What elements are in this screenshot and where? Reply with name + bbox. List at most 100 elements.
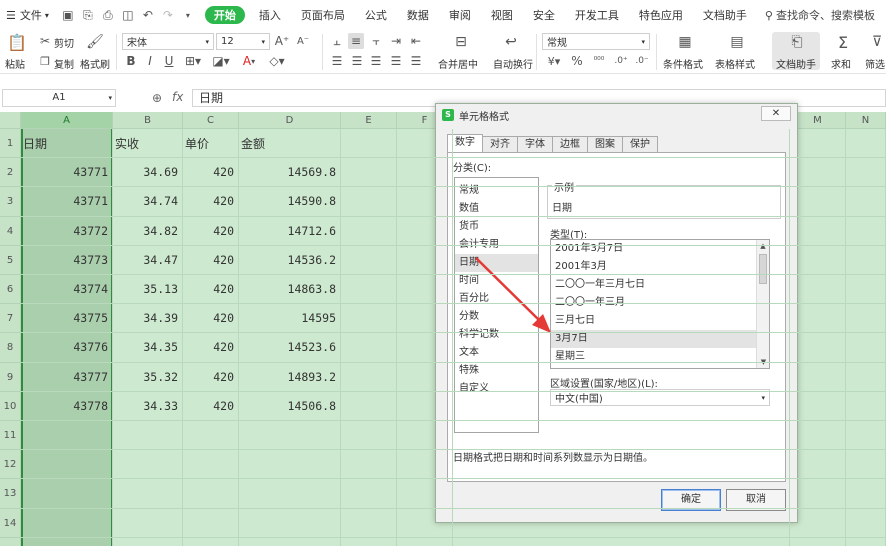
align-left-icon[interactable]: ☰: [330, 54, 344, 68]
data-cell[interactable]: 14506.8: [239, 391, 341, 421]
empty-cell[interactable]: [183, 421, 239, 451]
row-header[interactable]: 6: [0, 275, 21, 305]
align-top-icon[interactable]: ⫠: [330, 34, 344, 48]
empty-cell[interactable]: [790, 479, 846, 509]
empty-cell[interactable]: [846, 508, 886, 538]
empty-cell[interactable]: [790, 187, 846, 217]
indent-icon[interactable]: ⇥: [389, 34, 403, 48]
column-header-e[interactable]: E: [341, 112, 397, 129]
redo-icon[interactable]: ↷: [161, 8, 175, 22]
row-header[interactable]: 2: [0, 158, 21, 188]
select-all-corner[interactable]: [0, 112, 21, 129]
empty-cell[interactable]: [21, 479, 113, 509]
currency-icon[interactable]: ¥▾: [544, 54, 564, 68]
file-menu[interactable]: ☰ 文件 ▾: [0, 0, 55, 30]
empty-cell[interactable]: [790, 129, 846, 159]
empty-cell[interactable]: [397, 421, 453, 451]
empty-cell[interactable]: [341, 479, 397, 509]
empty-cell[interactable]: [453, 508, 790, 538]
column-header-b[interactable]: B: [113, 112, 183, 129]
sum-button[interactable]: 求和: [831, 56, 851, 71]
tab-home[interactable]: 开始: [204, 6, 245, 24]
empty-cell[interactable]: [239, 450, 341, 480]
empty-cell[interactable]: [113, 479, 183, 509]
data-cell[interactable]: 14863.8: [239, 275, 341, 305]
distribute-icon[interactable]: ☰: [409, 54, 423, 68]
data-cell[interactable]: 420: [183, 362, 239, 392]
data-cell[interactable]: 420: [183, 187, 239, 217]
empty-cell[interactable]: [846, 245, 886, 275]
empty-cell[interactable]: [239, 537, 341, 546]
font-color-icon[interactable]: A ▾: [238, 54, 260, 68]
conditional-format-icon[interactable]: ▦: [676, 33, 694, 51]
decrease-font-icon[interactable]: A⁻: [295, 33, 311, 49]
fx-label[interactable]: fx: [172, 90, 183, 104]
scissors-icon[interactable]: ✂: [38, 34, 52, 48]
empty-cell[interactable]: [239, 479, 341, 509]
empty-cell[interactable]: [341, 187, 397, 217]
data-cell[interactable]: 14712.6: [239, 216, 341, 246]
save-icon[interactable]: ▣: [61, 8, 75, 22]
empty-cell[interactable]: [453, 275, 790, 305]
empty-cell[interactable]: [790, 158, 846, 188]
data-cell[interactable]: 35.13: [113, 275, 183, 305]
empty-cell[interactable]: [846, 479, 886, 509]
command-search[interactable]: ⚲ 查找命令、搜索模板: [757, 7, 875, 23]
wrap-text-icon[interactable]: ↩: [502, 33, 520, 51]
empty-cell[interactable]: [341, 245, 397, 275]
empty-cell[interactable]: [239, 421, 341, 451]
data-cell[interactable]: 420: [183, 304, 239, 334]
row-header[interactable]: 9: [0, 362, 21, 392]
empty-cell[interactable]: [397, 275, 453, 305]
row-header[interactable]: 12: [0, 450, 21, 480]
table-style-icon[interactable]: ▤: [728, 33, 746, 51]
empty-cell[interactable]: [453, 129, 790, 159]
format-painter-button[interactable]: 格式刷: [80, 56, 110, 71]
filter-icon[interactable]: ⊽: [868, 33, 886, 51]
row-header[interactable]: 3: [0, 187, 21, 217]
empty-cell[interactable]: [341, 275, 397, 305]
empty-cell[interactable]: [113, 421, 183, 451]
font-name-select[interactable]: 宋体 ▾: [122, 33, 214, 50]
empty-cell[interactable]: [453, 333, 790, 363]
header-cell[interactable]: 日期: [21, 129, 113, 159]
empty-cell[interactable]: [397, 362, 453, 392]
empty-cell[interactable]: [453, 216, 790, 246]
dialog-title-bar[interactable]: S 单元格格式: [436, 104, 797, 126]
row-header[interactable]: 5: [0, 245, 21, 275]
data-cell[interactable]: 14523.6: [239, 333, 341, 363]
row-header[interactable]: 7: [0, 304, 21, 334]
empty-cell[interactable]: [846, 333, 886, 363]
empty-cell[interactable]: [397, 158, 453, 188]
data-cell[interactable]: 34.33: [113, 391, 183, 421]
align-bottom-icon[interactable]: ⫟: [369, 34, 383, 48]
empty-cell[interactable]: [846, 391, 886, 421]
empty-cell[interactable]: [341, 333, 397, 363]
empty-cell[interactable]: [397, 450, 453, 480]
empty-cell[interactable]: [790, 275, 846, 305]
empty-cell[interactable]: [453, 537, 790, 546]
empty-cell[interactable]: [397, 479, 453, 509]
empty-cell[interactable]: [397, 508, 453, 538]
data-cell[interactable]: 14595: [239, 304, 341, 334]
empty-cell[interactable]: [790, 537, 846, 546]
empty-cell[interactable]: [341, 537, 397, 546]
data-cell[interactable]: 34.47: [113, 245, 183, 275]
row-header[interactable]: 14: [0, 508, 21, 538]
empty-cell[interactable]: [397, 391, 453, 421]
paste-icon[interactable]: 📋: [7, 33, 27, 52]
empty-cell[interactable]: [341, 508, 397, 538]
row-header[interactable]: 4: [0, 216, 21, 246]
tab-data[interactable]: 数据: [397, 0, 439, 30]
tab-special-apps[interactable]: 特色应用: [629, 0, 693, 30]
empty-cell[interactable]: [453, 391, 790, 421]
empty-cell[interactable]: [846, 421, 886, 451]
data-cell[interactable]: 43777: [21, 362, 113, 392]
empty-cell[interactable]: [453, 450, 790, 480]
empty-cell[interactable]: [397, 537, 453, 546]
name-box[interactable]: A1 ▾: [2, 89, 116, 107]
copy-icon[interactable]: ❐: [38, 54, 52, 68]
data-cell[interactable]: 420: [183, 158, 239, 188]
data-cell[interactable]: 43773: [21, 245, 113, 275]
empty-cell[interactable]: [397, 304, 453, 334]
